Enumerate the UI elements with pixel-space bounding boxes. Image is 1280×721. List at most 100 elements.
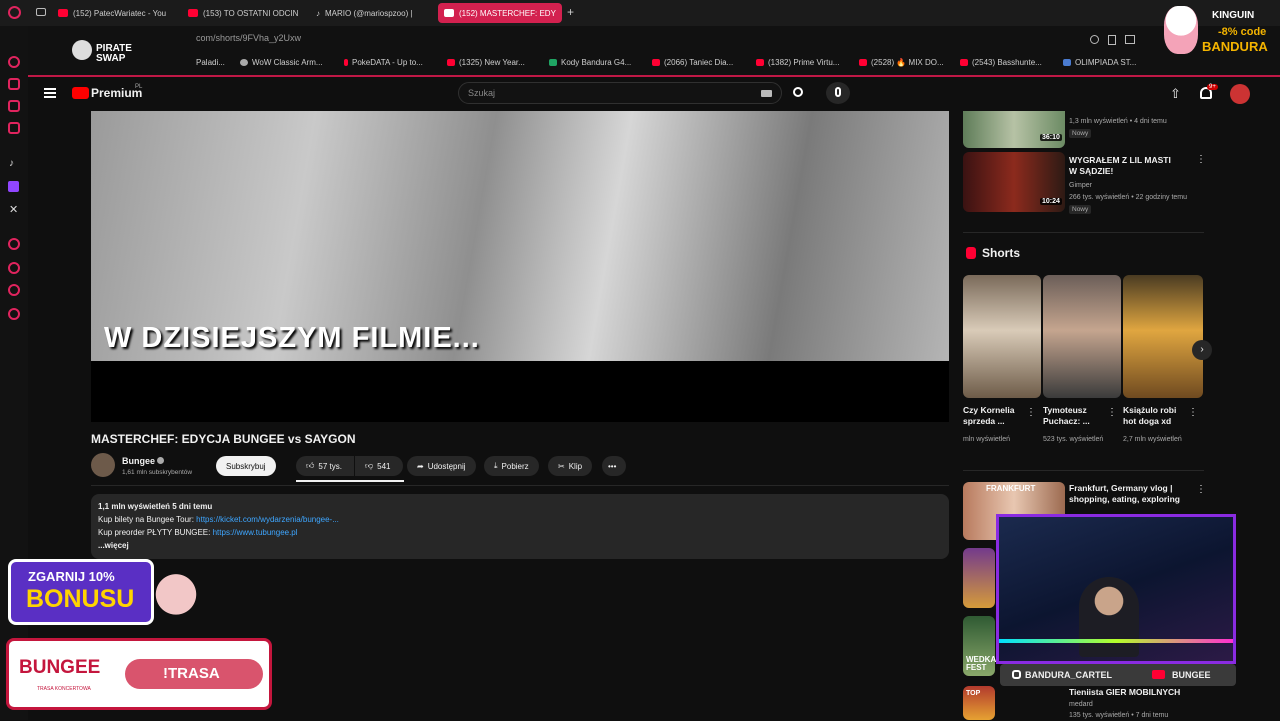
download-icon: ⤓ — [494, 461, 498, 470]
video-thumbnail[interactable] — [963, 548, 995, 608]
account-avatar[interactable] — [1230, 84, 1250, 104]
short-thumbnail[interactable] — [1123, 275, 1203, 398]
thumb-down-icon: 👎︎ — [365, 461, 374, 470]
description-box[interactable]: 1,1 mln wyświetleń 5 dni temu Kup bilety… — [91, 494, 949, 559]
keyboard-icon[interactable] — [761, 90, 772, 97]
youtube-icon — [756, 59, 764, 66]
browser-tab-bar: (152) PatecWariatec - You (153) TO OSTAT… — [0, 0, 1280, 26]
more-vert-icon[interactable]: ⋮ — [1196, 484, 1206, 495]
more-actions-button[interactable]: ••• — [602, 456, 626, 476]
video-thumbnail[interactable] — [963, 111, 1065, 148]
like-button[interactable]: 👍︎ 57 tys. — [296, 456, 354, 476]
share-icon: ➦ — [417, 461, 424, 471]
like-underline — [296, 480, 404, 482]
channel-name[interactable]: Bungee — [122, 456, 155, 466]
download-button[interactable]: ⤓ Pobierz — [484, 456, 539, 476]
new-tab-button[interactable]: + — [567, 5, 574, 19]
opera-logo-icon[interactable] — [8, 6, 21, 19]
short-title[interactable]: Książulo robi hot doga xd — [1123, 405, 1185, 427]
search-icon — [793, 87, 803, 97]
bookmark-item[interactable]: (2543) Basshunte... — [960, 58, 1042, 67]
history-icon[interactable] — [8, 262, 20, 274]
video-overlay-caption: W DZISIEJSZYM FILMIE... — [104, 322, 480, 354]
instagram-icon[interactable] — [8, 78, 20, 90]
youtube-logo-icon[interactable] — [72, 87, 89, 99]
bookmark-item[interactable]: WoW Classic Arm... — [240, 58, 323, 67]
url-field[interactable]: com/shorts/9FVha_y2Uxw — [196, 33, 301, 43]
short-title[interactable]: Tymoteusz Puchacz: ... — [1043, 405, 1105, 427]
bookmark-icon[interactable] — [1108, 35, 1116, 45]
settings-icon[interactable] — [8, 308, 20, 320]
bookmark-item[interactable]: Paladi... — [196, 58, 225, 67]
show-more-link[interactable]: ...więcej — [98, 541, 129, 550]
thumb-up-icon: 👍︎ — [306, 461, 315, 470]
channel-avatar[interactable] — [91, 453, 115, 477]
player-icon[interactable] — [8, 238, 20, 250]
search-box[interactable] — [458, 82, 782, 104]
wow-icon — [240, 59, 248, 66]
description-line-2: Kup preorder PŁYTY BUNGEE: https://www.t… — [98, 528, 298, 537]
more-vert-icon[interactable]: ⋮ — [1188, 407, 1198, 418]
snapshot-icon[interactable] — [1125, 35, 1135, 44]
video-channel[interactable]: Gimper — [1069, 180, 1092, 191]
social-bar: BANDURA_CARTEL BUNGEE — [1000, 664, 1236, 686]
short-thumbnail[interactable] — [963, 275, 1041, 398]
tab-active[interactable]: (152) MASTERCHEF: EDY — [438, 3, 562, 23]
bookmark-item[interactable]: OLIMPIADA ST... — [1063, 58, 1136, 67]
tiktok-icon[interactable]: ♪ — [9, 158, 14, 169]
short-views: 2,7 mln wyświetleń — [1123, 436, 1182, 443]
menu-icon[interactable] — [44, 88, 56, 98]
voice-search-button[interactable] — [826, 82, 850, 104]
video-channel[interactable]: medard — [1069, 699, 1093, 710]
messenger-icon[interactable] — [8, 56, 20, 68]
video-title[interactable]: WYGRAŁEM Z LIL MASTI W SĄDZIE! — [1069, 155, 1179, 177]
more-vert-icon[interactable]: ⋮ — [1196, 154, 1206, 165]
calendar-icon[interactable] — [8, 122, 20, 134]
zoom-icon[interactable] — [1090, 35, 1099, 44]
bookmark-item[interactable]: (1325) New Year... — [447, 58, 525, 67]
twitch-icon[interactable] — [8, 181, 19, 192]
upload-icon[interactable]: ⇧ — [1170, 86, 1181, 102]
pirate-swap-logo-text: PIRATE SWAP — [96, 43, 132, 64]
short-title[interactable]: Czy Kornelia sprzeda ... — [963, 405, 1025, 427]
search-button[interactable] — [784, 82, 812, 104]
tickets-link[interactable]: https://kicket.com/wydarzenia/bungee-... — [196, 515, 339, 524]
description-line-1: Kup bilety na Bungee Tour: https://kicke… — [98, 515, 339, 524]
shorts-heading: Shorts — [982, 246, 1021, 260]
bookmark-item[interactable]: Kody Bandura G4... — [549, 58, 631, 67]
youtube-icon — [652, 59, 660, 66]
clip-button[interactable]: ✂ Klip — [548, 456, 593, 476]
pirate-swap-logo — [72, 40, 92, 60]
divider — [963, 470, 1204, 471]
dislike-button[interactable]: 👎︎ 541 — [355, 456, 403, 476]
bonus-line-1: ZGARNIJ 10% — [28, 569, 115, 584]
subscribe-button[interactable]: Subskrybuj — [216, 456, 276, 476]
video-title[interactable]: Frankfurt, Germany vlog | shopping, eati… — [1069, 483, 1187, 505]
youtube-logo-sup: PL — [135, 84, 143, 90]
tab-list-icon[interactable] — [36, 8, 46, 16]
youtube-icon — [859, 59, 867, 66]
bookmark-item[interactable]: (2066) Taniec Dia... — [652, 58, 733, 67]
new-badge: Nowy — [1069, 129, 1092, 138]
preorder-link[interactable]: https://www.tubungee.pl — [213, 528, 298, 537]
more-vert-icon[interactable]: ⋮ — [1026, 407, 1036, 418]
share-button[interactable]: ➦ Udostępnij — [407, 456, 476, 476]
instagram-icon — [1012, 670, 1021, 679]
tab-2[interactable]: (153) TO OSTATNI ODCIN — [188, 3, 300, 23]
mascot-image — [1164, 6, 1198, 54]
subscriber-count: 1,61 mln subskrybentów — [122, 469, 193, 476]
bookmark-item[interactable]: (1382) Prime Virtu... — [756, 58, 839, 67]
mascot-image — [152, 557, 200, 625]
x-icon[interactable]: ✕ — [9, 203, 18, 216]
shorts-next-button[interactable]: › — [1192, 340, 1212, 360]
short-thumbnail[interactable] — [1043, 275, 1121, 398]
tab-1[interactable]: (152) PatecWariatec - You — [58, 3, 174, 23]
bookmark-item[interactable]: (2528) 🔥 MIX DO... — [859, 58, 944, 67]
mail-icon[interactable] — [8, 100, 20, 112]
more-vert-icon[interactable]: ⋮ — [1107, 407, 1117, 418]
video-title[interactable]: Tieniista GIER MOBILNYCH — [1069, 687, 1187, 698]
search-input[interactable]: Szukaj — [468, 88, 495, 98]
tab-3[interactable]: ♪ MARIO (@mariospzoo) | — [316, 3, 428, 23]
extensions-icon[interactable] — [8, 284, 20, 296]
bookmark-item[interactable]: PokeDATA - Up to... — [344, 58, 423, 67]
